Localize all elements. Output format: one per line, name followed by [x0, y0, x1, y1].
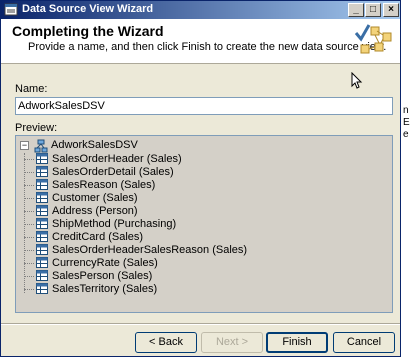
finish-button[interactable]: Finish [266, 332, 328, 353]
data-source-view-root-icon [34, 139, 48, 153]
window-title: Data Source View Wizard [22, 3, 154, 15]
data-source-view-icon [4, 3, 18, 16]
tree-connector [24, 159, 34, 160]
background-text: n [403, 105, 409, 116]
tree-item-label: CurrencyRate (Sales) [52, 257, 158, 269]
table-icon [36, 283, 48, 294]
table-icon [36, 153, 48, 164]
tree-item-label: SalesTerritory (Sales) [52, 283, 158, 295]
preview-label: Preview: [15, 122, 58, 134]
title-bar[interactable]: Data Source View Wizard _ □ × [1, 1, 400, 19]
tree-connector [24, 237, 34, 238]
tree-item-label: SalesOrderHeaderSalesReason (Sales) [52, 244, 248, 256]
cancel-button[interactable]: Cancel [333, 332, 395, 353]
table-icon [36, 257, 48, 268]
background-text: e [403, 129, 409, 140]
tree-connector [24, 224, 34, 225]
tree-connector [24, 263, 34, 264]
table-icon [36, 166, 48, 177]
tree-item-label: SalesPerson (Sales) [52, 270, 153, 282]
table-icon [36, 231, 48, 242]
collapse-icon[interactable]: − [20, 141, 29, 150]
tree-connector [24, 250, 34, 251]
table-icon [36, 244, 48, 255]
background-window-edge [401, 0, 411, 362]
name-label: Name: [15, 83, 48, 95]
table-icon [36, 218, 48, 229]
tree-item-label: SalesReason (Sales) [52, 179, 156, 191]
preview-tree[interactable]: − AdworkSalesDSV SalesOrderHeader (Sales… [15, 135, 393, 313]
tree-connector [24, 289, 34, 290]
next-button[interactable]: Next > [201, 332, 263, 353]
maximize-button[interactable]: □ [365, 3, 381, 17]
wizard-header: Completing the Wizard Provide a name, an… [1, 19, 400, 64]
tree-item-label: ShipMethod (Purchasing) [52, 218, 177, 230]
tree-connector [24, 185, 34, 186]
table-icon [36, 205, 48, 216]
footer-divider [1, 323, 400, 325]
table-icon [36, 179, 48, 190]
table-icon [36, 192, 48, 203]
wizard-complete-graphic-icon [354, 24, 392, 54]
back-button[interactable]: < Back [135, 332, 197, 353]
tree-item-label: CreditCard (Sales) [52, 231, 144, 243]
page-subtitle: Provide a name, and then click Finish to… [28, 41, 387, 53]
tree-root-label: AdworkSalesDSV [51, 139, 138, 151]
minimize-button[interactable]: _ [348, 3, 364, 17]
tree-connector [24, 276, 34, 277]
tree-item-label: Customer (Sales) [52, 192, 138, 204]
close-button[interactable]: × [383, 3, 399, 17]
tree-item-label: SalesOrderDetail (Sales) [52, 166, 174, 178]
wizard-window: Data Source View Wizard _ □ × Completing… [0, 0, 401, 357]
tree-connector [24, 172, 34, 173]
tree-connector [24, 153, 25, 293]
table-icon [36, 270, 48, 281]
tree-connector [24, 198, 34, 199]
tree-item-label: SalesOrderHeader (Sales) [52, 153, 182, 165]
tree-connector [24, 211, 34, 212]
mouse-cursor-icon [351, 72, 363, 89]
background-text: E [403, 117, 410, 128]
name-input[interactable] [15, 97, 393, 115]
tree-item-label: Address (Person) [52, 205, 138, 217]
page-title: Completing the Wizard [12, 23, 164, 39]
